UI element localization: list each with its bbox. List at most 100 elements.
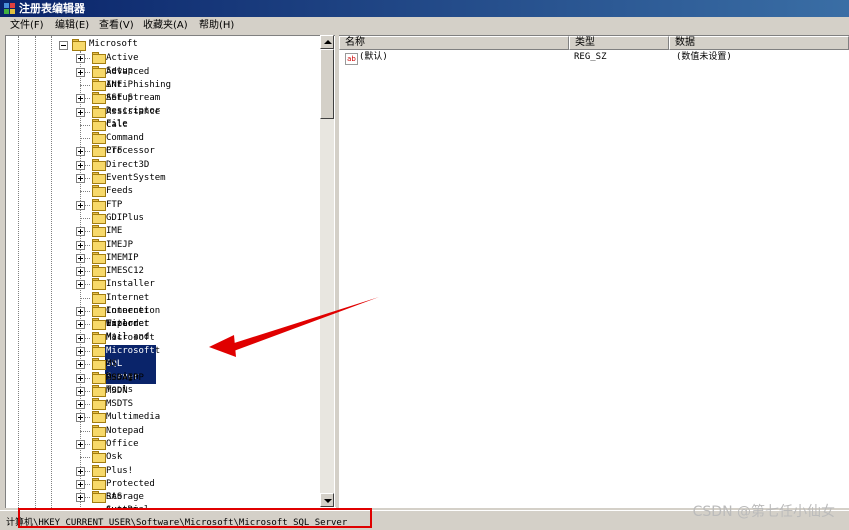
tree-node-label[interactable]: Installer bbox=[105, 278, 156, 291]
collapse-icon[interactable] bbox=[59, 41, 68, 50]
expand-icon[interactable] bbox=[76, 466, 85, 476]
tree-node-label[interactable]: Notepad bbox=[105, 425, 145, 438]
expand-icon[interactable] bbox=[76, 54, 85, 64]
expand-icon[interactable] bbox=[76, 94, 85, 104]
folder-body bbox=[92, 426, 106, 437]
expand-icon[interactable] bbox=[76, 493, 85, 503]
tree-node-label[interactable]: MSDN bbox=[105, 385, 129, 398]
menu-help[interactable]: 帮助(H) bbox=[199, 19, 234, 32]
folder-icon bbox=[92, 198, 106, 211]
registry-key-tree[interactable]: Microsoft Active Setup Advanced INF Setup A… bbox=[5, 35, 336, 508]
folder-icon bbox=[92, 65, 106, 78]
folder-body bbox=[92, 453, 106, 464]
folder-body bbox=[92, 120, 106, 131]
folder-body bbox=[92, 253, 106, 264]
expand-icon[interactable] bbox=[76, 346, 85, 356]
tree-node-label[interactable]: Feeds bbox=[105, 185, 134, 198]
tree-node-label[interactable]: MSDAIPP bbox=[105, 372, 145, 385]
tree-node-label[interactable]: GDIPlus bbox=[105, 212, 145, 225]
expand-icon[interactable] bbox=[76, 360, 85, 370]
expand-icon[interactable] bbox=[76, 174, 85, 183]
tree-node-label[interactable]: IMEMIP bbox=[105, 252, 140, 265]
folder-body bbox=[92, 320, 106, 331]
annotation-box bbox=[18, 508, 372, 528]
tree-node-label[interactable]: Office bbox=[105, 438, 140, 451]
folder-icon bbox=[92, 451, 106, 464]
folder-icon bbox=[92, 238, 106, 251]
folder-icon bbox=[92, 464, 106, 477]
expand-icon[interactable] bbox=[76, 320, 85, 330]
menu-view[interactable]: 查看(V) bbox=[99, 19, 134, 32]
scroll-up-button[interactable] bbox=[320, 35, 334, 49]
registry-value-list[interactable]: 名称 类型 数据 ab (默认) REG_SZ (数值未设置) bbox=[339, 35, 849, 508]
folder-icon bbox=[92, 398, 106, 411]
folder-body bbox=[92, 333, 106, 344]
folder-body bbox=[92, 213, 106, 224]
tree-node-label[interactable]: EventSystem bbox=[105, 172, 167, 185]
tree-node-label[interactable]: IME bbox=[105, 225, 123, 238]
expand-icon[interactable] bbox=[76, 107, 85, 117]
tree-scrollbar[interactable] bbox=[320, 35, 334, 507]
column-header-name[interactable]: 名称 bbox=[339, 36, 569, 50]
expand-icon[interactable] bbox=[76, 280, 85, 290]
folder-icon bbox=[92, 145, 106, 158]
down-arrow-icon bbox=[324, 499, 332, 503]
tree-node-label[interactable]: Assistance bbox=[105, 106, 161, 119]
tree-node-label[interactable]: Calc bbox=[105, 119, 129, 132]
tree-node-label[interactable]: Direct3D bbox=[105, 159, 150, 172]
tree-node-label[interactable]: IMEJP bbox=[105, 239, 134, 252]
expand-icon[interactable] bbox=[76, 333, 85, 343]
folder-icon bbox=[92, 52, 106, 65]
tree-guide-line bbox=[80, 430, 90, 432]
folder-icon bbox=[92, 251, 106, 264]
tree-node-label[interactable]: CTF bbox=[105, 145, 123, 158]
expand-icon[interactable] bbox=[76, 200, 85, 210]
folder-icon bbox=[92, 132, 106, 145]
expand-icon[interactable] bbox=[76, 400, 85, 410]
tree-node-label[interactable]: FTP bbox=[105, 199, 123, 212]
scroll-down-button[interactable] bbox=[320, 493, 334, 507]
folder-icon bbox=[92, 78, 106, 91]
expand-icon[interactable] bbox=[76, 147, 85, 157]
tree-node-label[interactable]: Microsoft bbox=[88, 39, 139, 49]
menu-edit[interactable]: 编辑(E) bbox=[55, 19, 89, 32]
folder-body bbox=[92, 80, 106, 91]
string-value-icon: ab bbox=[345, 53, 358, 65]
folder-icon bbox=[72, 39, 86, 51]
scroll-thumb[interactable] bbox=[320, 49, 334, 119]
tree-node-label[interactable]: Multimedia bbox=[105, 411, 161, 424]
expand-icon[interactable] bbox=[76, 373, 85, 383]
column-header-data[interactable]: 数据 bbox=[669, 36, 849, 50]
folder-body bbox=[92, 386, 106, 397]
folder-body bbox=[92, 107, 106, 118]
expand-icon[interactable] bbox=[76, 413, 85, 423]
folder-body bbox=[92, 479, 106, 490]
tree-guide-line bbox=[80, 84, 90, 86]
tree-node-label[interactable]: RAS AutoDial bbox=[105, 491, 150, 508]
tree-node-label[interactable]: Osk bbox=[105, 451, 123, 464]
expand-icon[interactable] bbox=[76, 67, 85, 77]
folder-icon bbox=[92, 305, 106, 317]
tree-node-label[interactable]: MSDTS bbox=[105, 398, 134, 411]
registry-editor-icon bbox=[4, 3, 15, 14]
tree-node-label[interactable]: Plus! bbox=[105, 465, 134, 478]
tree-node-label[interactable]: AntiPhishing bbox=[105, 79, 172, 92]
expand-icon[interactable] bbox=[76, 160, 85, 170]
tree-node-label[interactable]: IMESC12 bbox=[105, 265, 145, 278]
menu-favorites[interactable]: 收藏夹(A) bbox=[143, 19, 188, 32]
menu-file[interactable]: 文件(F) bbox=[10, 19, 44, 32]
expand-icon[interactable] bbox=[76, 253, 85, 263]
expand-icon[interactable] bbox=[76, 440, 85, 449]
folder-icon bbox=[92, 92, 106, 105]
tree-guide-line bbox=[80, 297, 90, 299]
tree-guide-line bbox=[80, 217, 90, 219]
expand-icon[interactable] bbox=[76, 386, 85, 396]
expand-icon[interactable] bbox=[76, 240, 85, 250]
folder-icon bbox=[92, 225, 106, 238]
column-header-type[interactable]: 类型 bbox=[569, 36, 669, 50]
expand-icon[interactable] bbox=[76, 267, 85, 277]
expand-icon[interactable] bbox=[76, 227, 85, 237]
expand-icon[interactable] bbox=[76, 307, 85, 316]
folder-icon bbox=[92, 211, 106, 224]
expand-icon[interactable] bbox=[76, 479, 85, 489]
